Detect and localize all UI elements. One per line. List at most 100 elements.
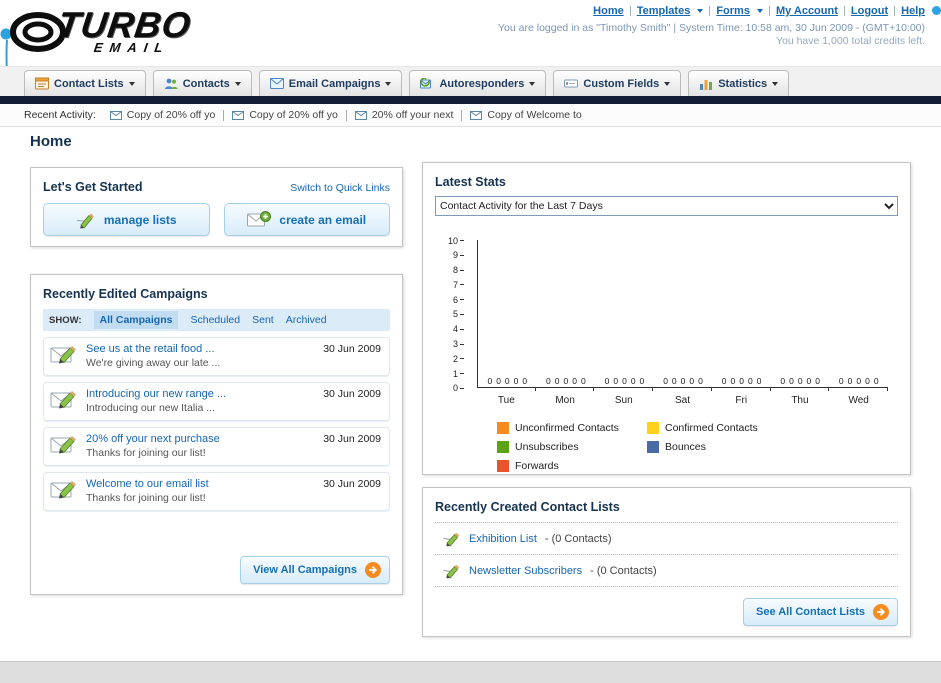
chevron-down-icon (756, 9, 763, 13)
campaign-item[interactable]: Welcome to our email list Thanks for joi… (43, 472, 390, 511)
legend-label: Confirmed Contacts (665, 422, 758, 434)
activity-item-text: Copy of 20% off yo (249, 109, 338, 121)
campaign-subtitle: Thanks for joining our list! (86, 492, 206, 504)
contact-list-link[interactable]: Newsletter Subscribers (469, 565, 582, 577)
statistics-icon (700, 79, 713, 90)
bar-value-label: 0 (730, 376, 736, 386)
bar-group-value-labels: 00000 (537, 376, 596, 386)
chart-x-ticks (477, 388, 889, 391)
create-email-button[interactable]: create an email (223, 203, 390, 236)
pencil-icon (443, 564, 460, 579)
bar-value-label: 0 (604, 376, 610, 386)
contact-list-link[interactable]: Exhibition List (469, 533, 537, 545)
manage-lists-button[interactable]: manage lists (43, 203, 210, 236)
tab-autoresponders[interactable]: Autoresponders (409, 70, 547, 96)
tab-contact-lists[interactable]: Contact Lists (24, 70, 146, 96)
y-tick-label: 6 (453, 295, 465, 305)
bar-value-label: 0 (663, 376, 668, 386)
campaign-title-link[interactable]: 20% off your next purchase (86, 433, 315, 445)
filter-scheduled[interactable]: Scheduled (190, 314, 240, 326)
chart-y-axis: 10 9 8 7 6 5 4 3 2 1 0 (448, 236, 465, 393)
chart-zero-labels: 00000000000000000000000000000000000 (478, 376, 888, 386)
y-tick-label: 8 (453, 265, 465, 275)
bar-value-label: 0 (747, 376, 753, 386)
bar-group-value-labels: 00000 (712, 376, 771, 386)
x-axis-label: Sun (614, 395, 633, 406)
recent-activity-label: Recent Activity: (24, 109, 96, 121)
x-tick-mark (771, 388, 830, 391)
campaign-item[interactable]: Introducing our new range ... Introducin… (43, 382, 390, 421)
bar-group-value-labels: 00000 (771, 376, 830, 386)
nav-forms-link[interactable]: Forms (716, 5, 750, 17)
envelope-icon (109, 110, 122, 120)
nav-my-account-link[interactable]: My Account (776, 5, 838, 17)
tab-statistics[interactable]: Statistics (688, 70, 790, 96)
y-tick-label: 2 (453, 354, 465, 364)
bar-value-label: 0 (721, 376, 727, 386)
y-tick-label: 4 (453, 324, 465, 334)
campaign-filters: SHOW: All Campaigns Scheduled Sent Archi… (43, 309, 390, 331)
nav-templates-link[interactable]: Templates (637, 5, 691, 17)
x-axis-label: Wed (848, 395, 869, 406)
tab-label: Custom Fields (583, 77, 660, 90)
recent-activity-item[interactable]: Copy of 20% off yo (232, 109, 338, 121)
recent-activity-item[interactable]: 20% off your next (354, 109, 454, 121)
bar-value-label: 0 (630, 376, 636, 386)
arrow-right-icon (873, 604, 889, 620)
filter-all-campaigns[interactable]: All Campaigns (93, 311, 179, 329)
custom-fields-icon (564, 79, 579, 88)
campaign-date: 30 Jun 2009 (323, 388, 381, 400)
tab-contacts[interactable]: Contacts (152, 70, 252, 96)
campaigns-title: Recently Edited Campaigns (43, 287, 208, 301)
filter-sent[interactable]: Sent (252, 314, 274, 326)
bar-value-label: 0 (806, 376, 812, 386)
envelope-pencil-icon (50, 391, 76, 409)
divider (345, 109, 347, 121)
envelope-pencil-icon (50, 481, 76, 499)
filter-archived[interactable]: Archived (286, 314, 327, 326)
see-all-contact-lists-button[interactable]: See All Contact Lists (742, 598, 898, 626)
campaign-title-link[interactable]: Introducing our new range ... (86, 388, 315, 400)
nav-logout-link[interactable]: Logout (851, 5, 888, 17)
chevron-down-icon (234, 81, 241, 86)
bar-value-label: 0 (780, 376, 786, 386)
view-all-campaigns-button[interactable]: View All Campaigns (240, 556, 390, 584)
campaign-item[interactable]: 20% off your next purchase Thanks for jo… (43, 427, 390, 466)
bar-value-label: 0 (671, 376, 677, 386)
contact-list-item[interactable]: Newsletter Subscribers - (0 Contacts) (435, 555, 898, 587)
recent-activity-item[interactable]: Copy of 20% off yo (109, 109, 215, 121)
tab-email-campaigns[interactable]: Email Campaigns (258, 70, 403, 96)
get-started-panel: Let's Get Started Switch to Quick Links … (30, 167, 403, 247)
stats-period-select[interactable]: Contact Activity for the Last 7 Days (435, 196, 898, 216)
bar-value-label: 0 (797, 376, 803, 386)
nav-help-link[interactable]: Help (901, 5, 925, 17)
campaign-title-link[interactable]: Welcome to our email list (86, 478, 315, 490)
chart-plot-area: 10 9 8 7 6 5 4 3 2 1 0 000000000000000000000000000… (448, 236, 888, 393)
legend-swatch (647, 422, 659, 434)
pencil-icon (76, 213, 94, 229)
y-tick-label: 7 (453, 280, 465, 290)
chart-x-axis: Tue Mon Sun Sat Fri Thu Wed (477, 391, 888, 406)
y-tick-label: 1 (453, 369, 465, 379)
activity-item-text: 20% off your next (371, 109, 454, 121)
manage-lists-label: manage lists (103, 212, 177, 227)
chevron-down-icon (385, 81, 392, 86)
nav-home-link[interactable]: Home (593, 5, 624, 17)
recent-activity-item[interactable]: Copy of Welcome to (470, 109, 582, 121)
bar-group-value-labels: 00000 (829, 376, 888, 386)
switch-quick-links-link[interactable]: Switch to Quick Links (290, 182, 390, 194)
tab-custom-fields[interactable]: Custom Fields (553, 70, 682, 96)
bar-value-label: 0 (496, 376, 501, 386)
bar-value-label: 0 (487, 376, 493, 386)
bar-value-label: 0 (838, 376, 844, 386)
campaign-title-link[interactable]: See us at the retail food ... (86, 343, 315, 355)
logo-subtext: EMAIL (92, 40, 171, 55)
create-email-label: create an email (279, 212, 367, 227)
campaign-item[interactable]: See us at the retail food ... We're givi… (43, 337, 390, 376)
pencil-icon (443, 532, 460, 547)
legend-item: Unconfirmed Contacts (497, 422, 647, 434)
contact-list-item[interactable]: Exhibition List - (0 Contacts) (435, 523, 898, 555)
legend-label: Forwards (515, 460, 559, 472)
campaign-subtitle: We're giving away our late ... (86, 357, 221, 369)
main-nav-tabs: Contact Lists Contacts Email Campaigns A… (0, 66, 941, 96)
